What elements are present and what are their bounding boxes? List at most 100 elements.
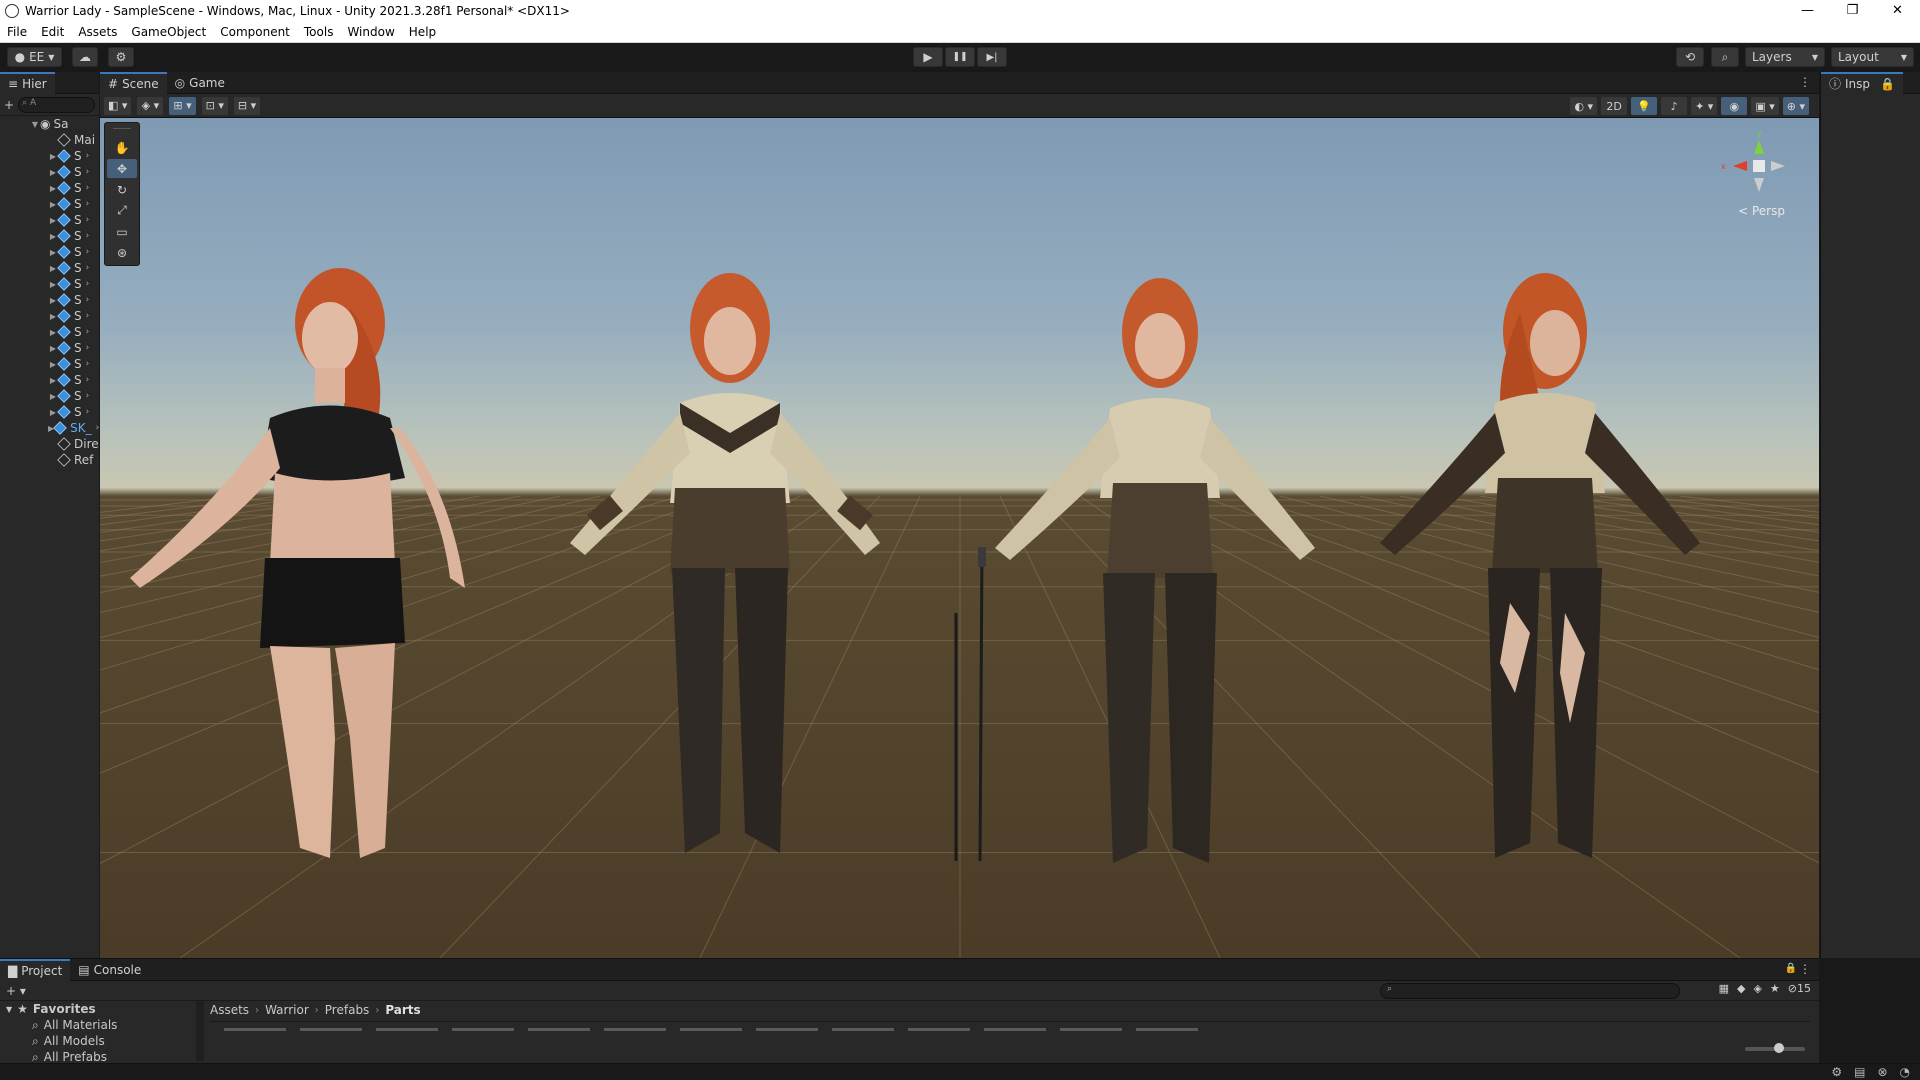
x-axis-cone[interactable]	[1733, 161, 1747, 171]
hierarchy-item[interactable]: ▶ S ›	[0, 164, 99, 180]
breadcrumb-item[interactable]: Warrior	[265, 1003, 309, 1017]
layout-dropdown[interactable]: Layout ▼	[1831, 47, 1914, 67]
hierarchy-search-input[interactable]: ⌕ A	[18, 96, 95, 113]
hierarchy-item[interactable]: ▶ S ›	[0, 228, 99, 244]
hierarchy-item[interactable]: Ref	[0, 452, 99, 468]
scale-tool-icon[interactable]: ⤢	[107, 201, 137, 220]
asset-tile[interactable]	[1136, 1028, 1198, 1031]
asset-tile[interactable]	[832, 1028, 894, 1031]
favorite-item[interactable]: ⌕ All Models	[0, 1033, 205, 1049]
hierarchy-item[interactable]: ▶ S ›	[0, 180, 99, 196]
filter-label-icon[interactable]: ◆	[1737, 982, 1745, 995]
search-icon[interactable]: ⌕	[1711, 47, 1739, 67]
hierarchy-scene-row[interactable]: ▼ ◉ Sa	[0, 116, 99, 132]
menu-component[interactable]: Component	[213, 25, 297, 39]
pause-button[interactable]: ❚❚	[945, 47, 975, 67]
asset-tile[interactable]	[604, 1028, 666, 1031]
chevron-right-icon[interactable]: ›	[96, 423, 99, 433]
tab-project[interactable]: ▇ Project	[0, 958, 71, 981]
chevron-right-icon[interactable]: ›	[86, 359, 90, 369]
collab-status-icon[interactable]: ◔	[1900, 1065, 1910, 1079]
chevron-right-icon[interactable]: ›	[86, 263, 90, 273]
chevron-right-icon[interactable]: ›	[86, 391, 90, 401]
hierarchy-item[interactable]: ▶ S ›	[0, 292, 99, 308]
asset-tile[interactable]	[680, 1028, 742, 1031]
maximize-button[interactable]: ❐	[1830, 0, 1875, 21]
cloud-icon[interactable]: ☁	[72, 47, 98, 67]
hand-tool-icon[interactable]: ✋	[107, 138, 137, 157]
lighting-toggle-icon[interactable]: 💡	[1631, 97, 1658, 115]
minimize-button[interactable]: —	[1785, 0, 1830, 21]
layers-dropdown[interactable]: Layers ▼	[1745, 47, 1825, 67]
asset-tile[interactable]	[300, 1028, 362, 1031]
progress-icon[interactable]: ▤	[1854, 1065, 1865, 1079]
rotate-tool-icon[interactable]: ↻	[107, 180, 137, 199]
neg-x-axis-cone[interactable]	[1771, 161, 1785, 171]
orientation-gizmo[interactable]: y x	[1719, 126, 1799, 206]
favorites-scrollbar[interactable]	[196, 1001, 204, 1061]
scene-viewport[interactable]: ✋ ✥ ↻ ⤢ ▭ ⊛ y x < Persp	[100, 118, 1819, 958]
effects-dropdown[interactable]: ✦ ▾	[1691, 97, 1718, 115]
tab-game[interactable]: ◎ Game	[167, 72, 233, 94]
hierarchy-item[interactable]: ▶ S ›	[0, 372, 99, 388]
asset-tile[interactable]	[528, 1028, 590, 1031]
hierarchy-item[interactable]: ▶ S ›	[0, 260, 99, 276]
undo-history-icon[interactable]: ⟲	[1676, 47, 1704, 67]
asset-tile[interactable]	[756, 1028, 818, 1031]
lock-icon[interactable]: 🔒	[1785, 963, 1797, 974]
hierarchy-item[interactable]: ▶ S ›	[0, 324, 99, 340]
step-button[interactable]: ▶|	[977, 47, 1007, 67]
more-options-icon[interactable]: ⋮	[1799, 962, 1811, 976]
transform-tool-icon[interactable]: ⊛	[107, 243, 137, 262]
chevron-right-icon[interactable]: ›	[86, 183, 90, 193]
favorite-star-icon[interactable]: ★	[1770, 982, 1780, 995]
hierarchy-item[interactable]: Dire	[0, 436, 99, 452]
hierarchy-item[interactable]: Mai	[0, 132, 99, 148]
chevron-right-icon[interactable]: ›	[86, 343, 90, 353]
chevron-right-icon[interactable]: ›	[86, 247, 90, 257]
chevron-right-icon[interactable]: ›	[86, 215, 90, 225]
asset-tile[interactable]	[376, 1028, 438, 1031]
chevron-right-icon[interactable]: ›	[86, 199, 90, 209]
y-axis-cone[interactable]	[1754, 140, 1764, 154]
icon-size-slider-knob[interactable]	[1774, 1043, 1784, 1053]
menu-window[interactable]: Window	[340, 25, 401, 39]
add-icon[interactable]: + ▾	[6, 984, 26, 998]
shading-dropdown[interactable]: ◈ ▾	[137, 96, 164, 115]
favorites-header[interactable]: ▼ ★ Favorites	[0, 1001, 205, 1017]
menu-edit[interactable]: Edit	[34, 25, 71, 39]
menu-assets[interactable]: Assets	[71, 25, 124, 39]
tab-console[interactable]: ▤ Console	[70, 959, 149, 981]
menu-tools[interactable]: Tools	[297, 25, 341, 39]
debug-icon[interactable]: ⚙	[1831, 1065, 1842, 1079]
tab-scene[interactable]: # Scene	[100, 71, 167, 94]
asset-tile[interactable]	[1060, 1028, 1122, 1031]
hierarchy-item[interactable]: ▶ S ›	[0, 212, 99, 228]
projection-label[interactable]: < Persp	[1738, 204, 1785, 218]
toggle-2d-button[interactable]: 2D	[1601, 97, 1628, 115]
favorite-item[interactable]: ⌕ All Materials	[0, 1017, 205, 1033]
play-button[interactable]: ▶	[913, 47, 943, 67]
gizmos-dropdown[interactable]: ⊕ ▾	[1782, 97, 1809, 115]
breadcrumb-item[interactable]: Assets	[210, 1003, 249, 1017]
menu-help[interactable]: Help	[402, 25, 443, 39]
project-search-input[interactable]: ⌕	[1380, 983, 1680, 999]
asset-tile[interactable]	[908, 1028, 970, 1031]
add-icon[interactable]: +	[4, 98, 14, 112]
palette-grip[interactable]	[113, 128, 131, 134]
shading-mode-icon[interactable]: ◐ ▾	[1570, 97, 1598, 115]
breadcrumb-current[interactable]: Parts	[385, 1003, 420, 1017]
asset-tile[interactable]	[224, 1028, 286, 1031]
gizmo-center-cube[interactable]	[1753, 160, 1765, 172]
cache-icon[interactable]: ⊗	[1877, 1065, 1887, 1079]
breadcrumb-item[interactable]: Prefabs	[325, 1003, 370, 1017]
camera-dropdown[interactable]: ▣ ▾	[1751, 97, 1779, 115]
audio-toggle-icon[interactable]: ♪	[1661, 97, 1688, 115]
neg-y-axis-cone[interactable]	[1754, 178, 1764, 192]
draw-mode-dropdown[interactable]: ◧ ▾	[104, 96, 132, 115]
chevron-right-icon[interactable]: ›	[86, 407, 90, 417]
account-dropdown[interactable]: ● EE ▼	[7, 47, 62, 67]
hierarchy-item[interactable]: ▶ S ›	[0, 196, 99, 212]
chevron-right-icon[interactable]: ›	[86, 295, 90, 305]
chevron-right-icon[interactable]: ›	[86, 167, 90, 177]
